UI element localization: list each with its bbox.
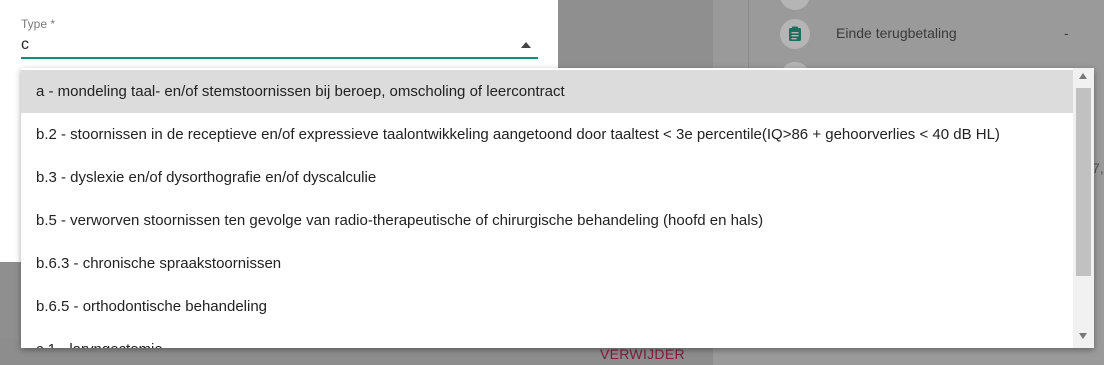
option-item[interactable]: b.6.3 - chronische spraakstoornissen xyxy=(21,242,1073,285)
summary-row xyxy=(780,14,810,54)
type-field-label: Type * xyxy=(21,17,56,31)
caret-up-icon[interactable] xyxy=(521,42,531,48)
summary-label: Einde terugbetaling xyxy=(836,25,957,41)
option-item[interactable]: a - mondeling taal- en/of stemstoornisse… xyxy=(21,70,1073,113)
option-item[interactable]: c.1 - laryngectomie xyxy=(21,328,1073,348)
summary-value: - xyxy=(1064,25,1069,41)
scroll-down-icon[interactable] xyxy=(1079,333,1087,339)
type-input[interactable] xyxy=(21,34,541,56)
type-field-underline xyxy=(21,57,538,59)
option-item[interactable]: b.6.5 - orthodontische behandeling xyxy=(21,285,1073,328)
option-item[interactable]: b.5 - verworven stoornissen ten gevolge … xyxy=(21,199,1073,242)
scroll-up-icon[interactable] xyxy=(1079,73,1087,79)
scrollbar[interactable] xyxy=(1073,68,1094,348)
clipboard-icon xyxy=(780,19,810,49)
options-list: a - mondeling taal- en/of stemstoornisse… xyxy=(21,70,1073,348)
scrollbar-thumb[interactable] xyxy=(1076,88,1091,276)
option-item[interactable]: b.2 - stoornissen in de receptieve en/of… xyxy=(21,113,1073,156)
option-item[interactable]: b.3 - dyslexie en/of dysorthografie en/o… xyxy=(21,156,1073,199)
type-dropdown-list: a - mondeling taal- en/of stemstoornisse… xyxy=(21,68,1094,348)
remove-button[interactable]: VERWIJDER xyxy=(600,346,685,362)
